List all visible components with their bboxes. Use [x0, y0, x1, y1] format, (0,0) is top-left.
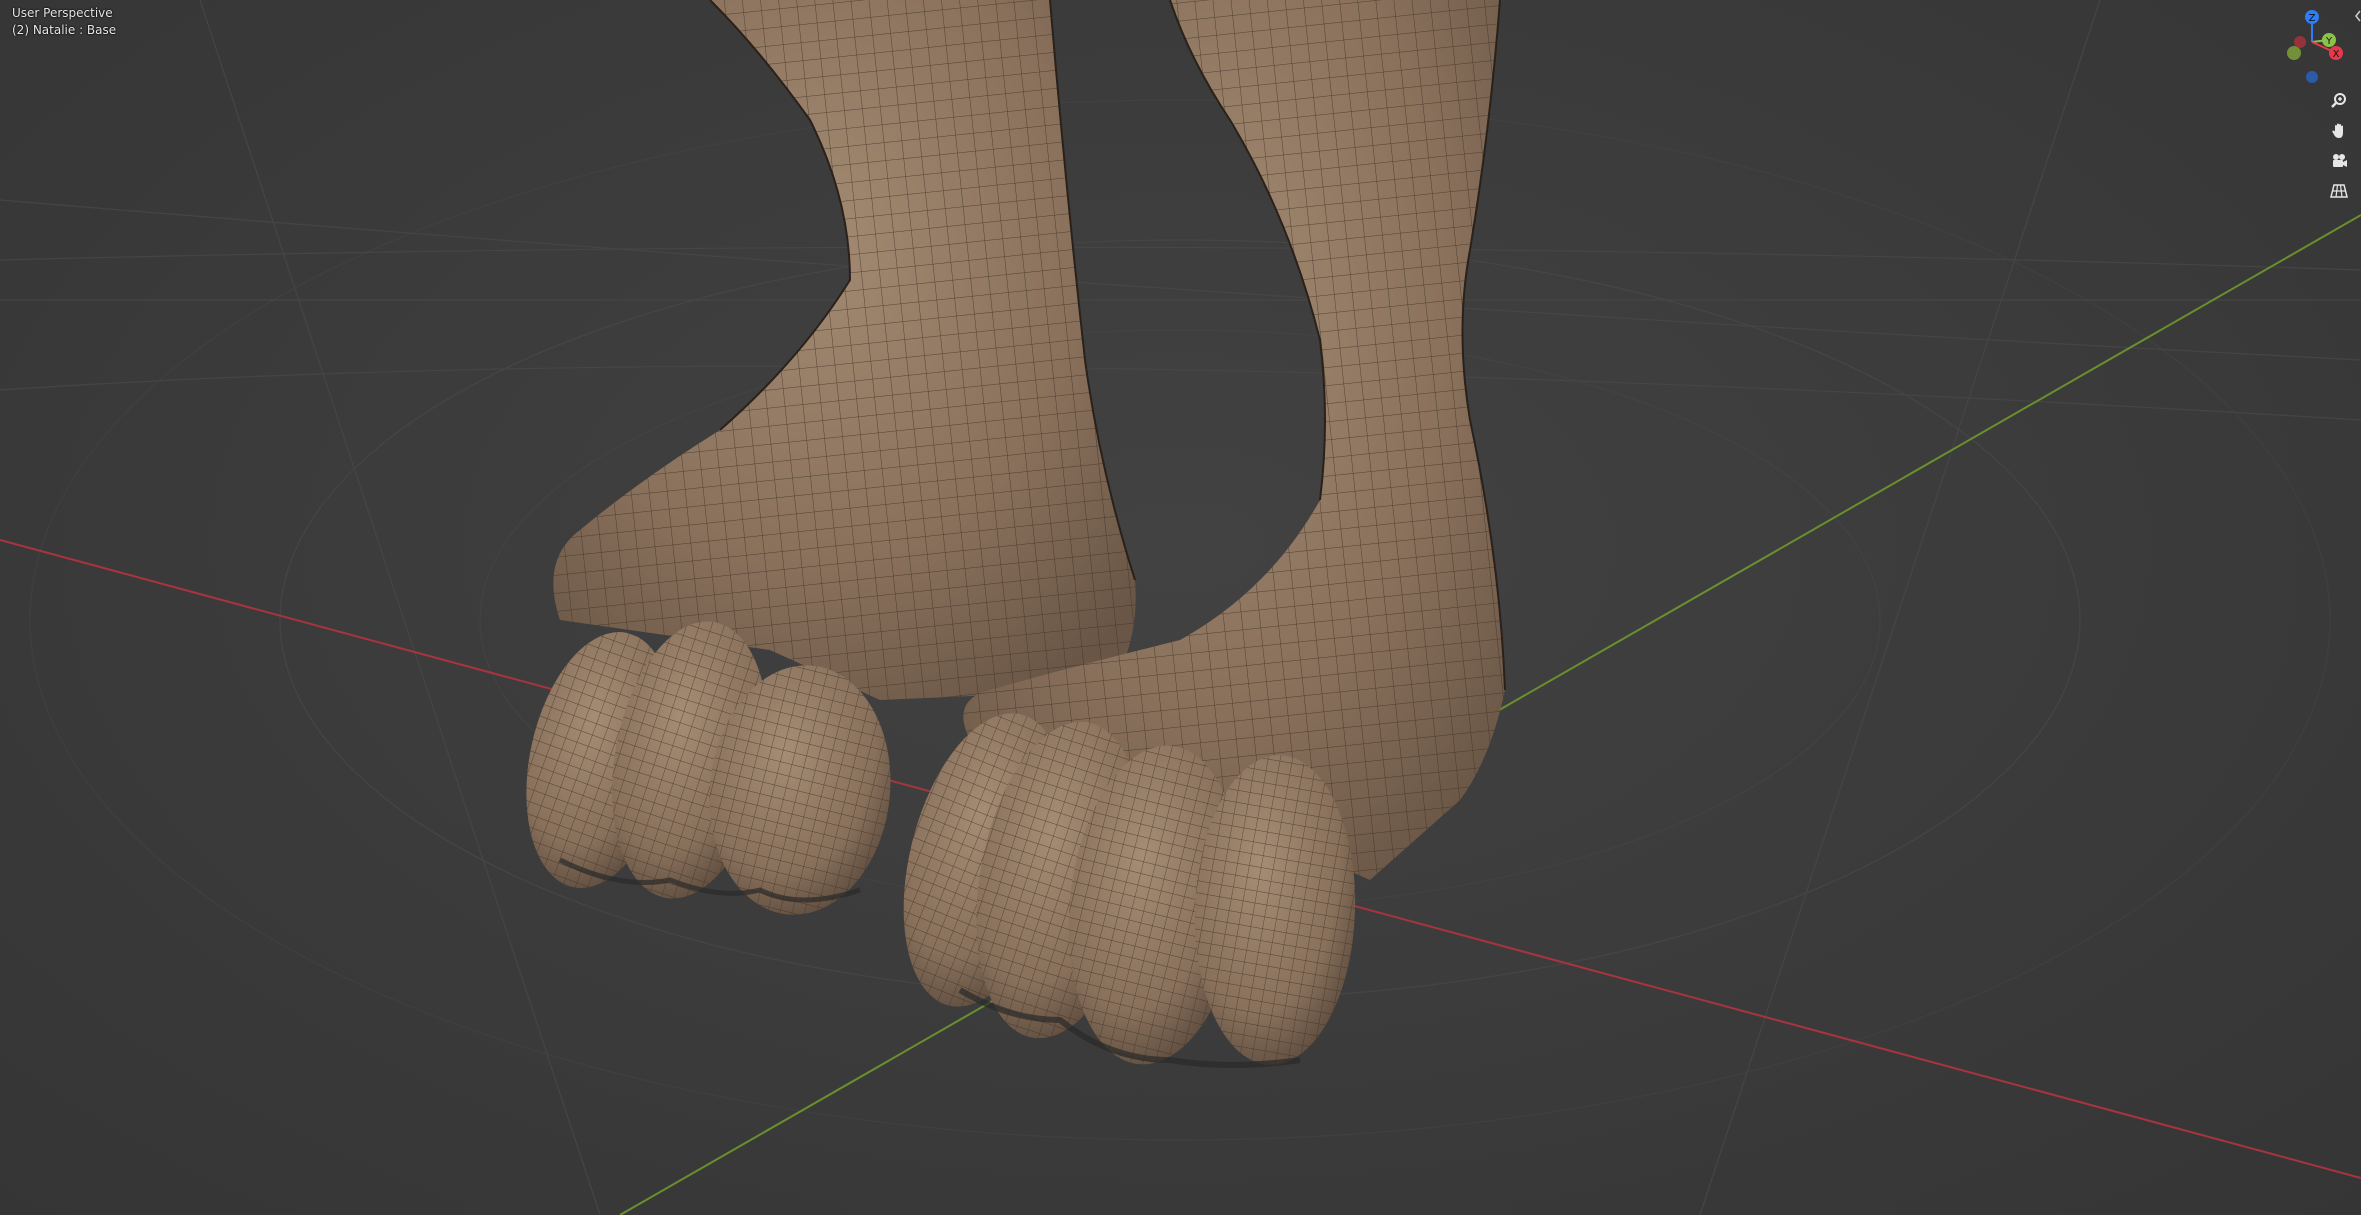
x-axis-label: X: [2333, 49, 2340, 60]
left-leg-mesh: [553, 0, 1136, 700]
view-name-label: User Perspective: [12, 6, 113, 20]
navigation-gizmo[interactable]: Z Y X: [2270, 4, 2350, 84]
y-axis-label: Y: [2325, 36, 2333, 47]
perspective-toggle-button[interactable]: [2326, 178, 2352, 204]
active-object-label: (2) Natalie : Base: [12, 23, 117, 37]
camera-view-button[interactable]: [2326, 148, 2352, 174]
zoom-button[interactable]: [2326, 88, 2352, 114]
hand-pan-icon: [2332, 123, 2343, 138]
z-axis-label: Z: [2309, 13, 2316, 24]
neg-y-axis-handle[interactable]: [2287, 46, 2301, 60]
neg-x-axis-handle[interactable]: [2294, 36, 2306, 48]
3d-viewport[interactable]: User Perspective (2) Natalie : Base Z Y …: [0, 0, 2361, 1215]
sidebar-toggle-icon[interactable]: [2353, 8, 2361, 24]
grid-perspective-icon: [2330, 184, 2348, 198]
zoom-icon: [2331, 93, 2346, 108]
pan-button[interactable]: [2326, 118, 2352, 144]
scene-canvas[interactable]: [0, 0, 2361, 1215]
camera-icon: [2333, 154, 2347, 167]
neg-z-axis-handle[interactable]: [2306, 71, 2318, 83]
